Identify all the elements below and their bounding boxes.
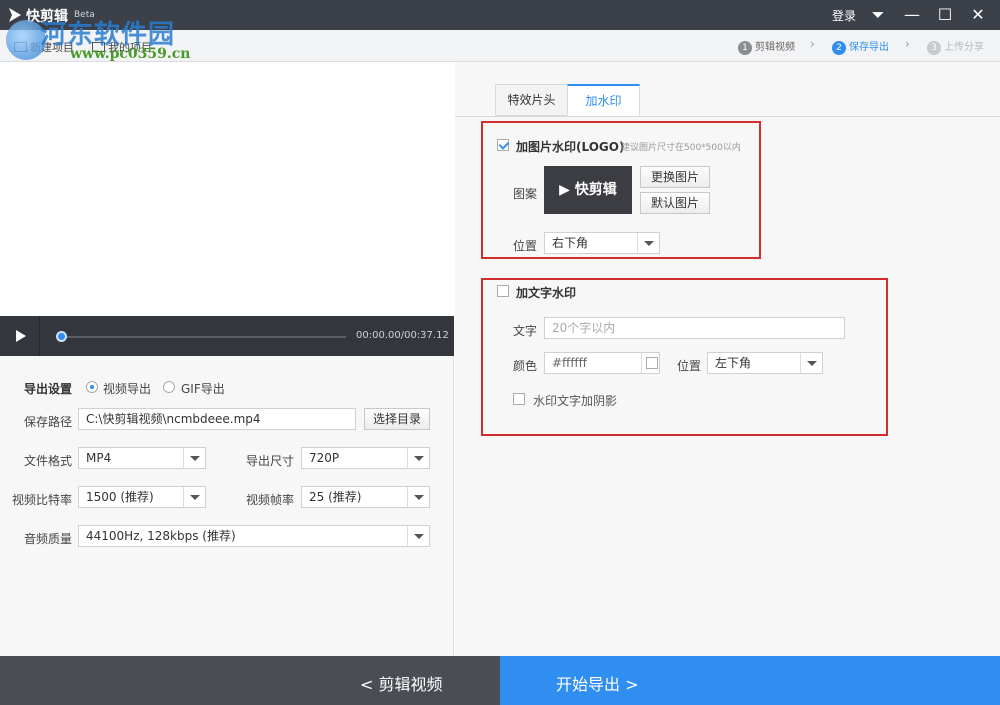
playback-time: 00:00.00/00:37.12: [356, 330, 449, 341]
video-export-label: 视频导出: [103, 382, 152, 396]
text-shadow-checkbox[interactable]: [513, 393, 525, 405]
export-size-select[interactable]: 720P: [301, 447, 430, 469]
progress-knob[interactable]: [56, 331, 67, 342]
replace-image-button[interactable]: 更换图片: [640, 166, 710, 188]
export-size-label: 导出尺寸: [246, 454, 295, 468]
image-position-select[interactable]: 右下角: [544, 232, 660, 254]
save-path-label: 保存路径: [24, 415, 73, 429]
tab-watermark[interactable]: 加水印: [567, 84, 640, 116]
start-export-button[interactable]: 开始导出 >: [500, 656, 1000, 705]
text-label: 文字: [513, 324, 538, 338]
tab-divider: [455, 116, 1000, 117]
chevron-right-icon: ›: [905, 37, 910, 51]
text-position-label: 位置: [677, 359, 702, 373]
audio-quality-select[interactable]: 44100Hz, 128kbps (推荐): [78, 525, 430, 547]
tab-effect-intro[interactable]: 特效片头: [495, 84, 568, 116]
menu-dropdown-icon[interactable]: ⏷: [866, 4, 890, 26]
framerate-label: 视频帧率: [246, 493, 295, 507]
gif-export-radio[interactable]: [163, 381, 175, 393]
image-watermark-title: 加图片水印(LOGO): [516, 140, 625, 154]
framerate-select[interactable]: 25 (推荐): [301, 486, 430, 508]
text-shadow-label: 水印文字加阴影: [533, 394, 618, 408]
chevron-down-icon: [183, 448, 205, 468]
export-settings-title: 导出设置: [24, 382, 73, 396]
close-button[interactable]: ✕: [966, 4, 990, 26]
color-swatch-icon[interactable]: [641, 353, 659, 373]
video-export-radio[interactable]: [86, 381, 98, 393]
chevron-down-icon: [407, 526, 429, 546]
watermark-panel: 特效片头 加水印 加图片水印(LOGO) 建议图片尺寸在500*500以内 图案…: [455, 62, 1000, 656]
chevron-down-icon: [637, 233, 659, 253]
start-export-label: 开始导出 >: [556, 675, 639, 694]
image-watermark-checkbox[interactable]: [497, 139, 509, 151]
audio-quality-label: 音频质量: [24, 532, 73, 546]
step-save-export[interactable]: 2 保存导出: [832, 38, 889, 55]
step-edit-video[interactable]: 1 剪辑视频: [738, 38, 795, 55]
chevron-down-icon: [183, 487, 205, 507]
save-path-input[interactable]: C:\快剪辑视频\ncmbdeee.mp4: [78, 408, 356, 430]
bitrate-select[interactable]: 1500 (推荐): [78, 486, 206, 508]
image-size-hint: 建议图片尺寸在500*500以内: [621, 143, 741, 153]
export-settings-panel: 导出设置 视频导出 GIF导出 保存路径 C:\快剪辑视频\ncmbdeee.m…: [0, 356, 454, 656]
bitrate-label: 视频比特率: [12, 493, 73, 507]
logo-preview: ▶ 快剪辑: [544, 166, 632, 214]
image-position-label: 位置: [513, 239, 538, 253]
text-watermark-title: 加文字水印: [516, 286, 577, 300]
file-format-select[interactable]: MP4: [78, 447, 206, 469]
text-watermark-checkbox[interactable]: [497, 285, 509, 297]
default-image-button[interactable]: 默认图片: [640, 192, 710, 214]
gif-export-label: GIF导出: [181, 382, 225, 396]
chevron-right-icon: ›: [810, 37, 815, 51]
file-format-label: 文件格式: [24, 454, 73, 468]
player-bar: 00:00.00/00:37.12: [0, 316, 454, 356]
color-label: 颜色: [513, 359, 538, 373]
step-upload-share[interactable]: 3 上传分享: [927, 38, 984, 55]
watermark-text-input[interactable]: 20个字以内: [544, 317, 845, 339]
chevron-down-icon: [800, 353, 822, 373]
back-to-edit-button[interactable]: < 剪辑视频: [0, 656, 500, 705]
minimize-button[interactable]: —: [900, 4, 924, 26]
back-to-edit-label: < 剪辑视频: [360, 675, 443, 694]
progress-track[interactable]: [62, 336, 346, 338]
browse-directory-button[interactable]: 选择目录: [364, 408, 430, 430]
chevron-down-icon: [407, 487, 429, 507]
color-input[interactable]: #ffffff: [544, 352, 660, 374]
maximize-button[interactable]: ☐: [933, 4, 957, 26]
play-icon[interactable]: [0, 316, 40, 356]
site-watermark-url: www.pc0359.cn: [70, 46, 191, 62]
text-position-select[interactable]: 左下角: [707, 352, 823, 374]
login-link[interactable]: 登录: [832, 7, 856, 24]
video-preview: [0, 62, 454, 316]
chevron-down-icon: [407, 448, 429, 468]
pattern-label: 图案: [513, 187, 538, 201]
